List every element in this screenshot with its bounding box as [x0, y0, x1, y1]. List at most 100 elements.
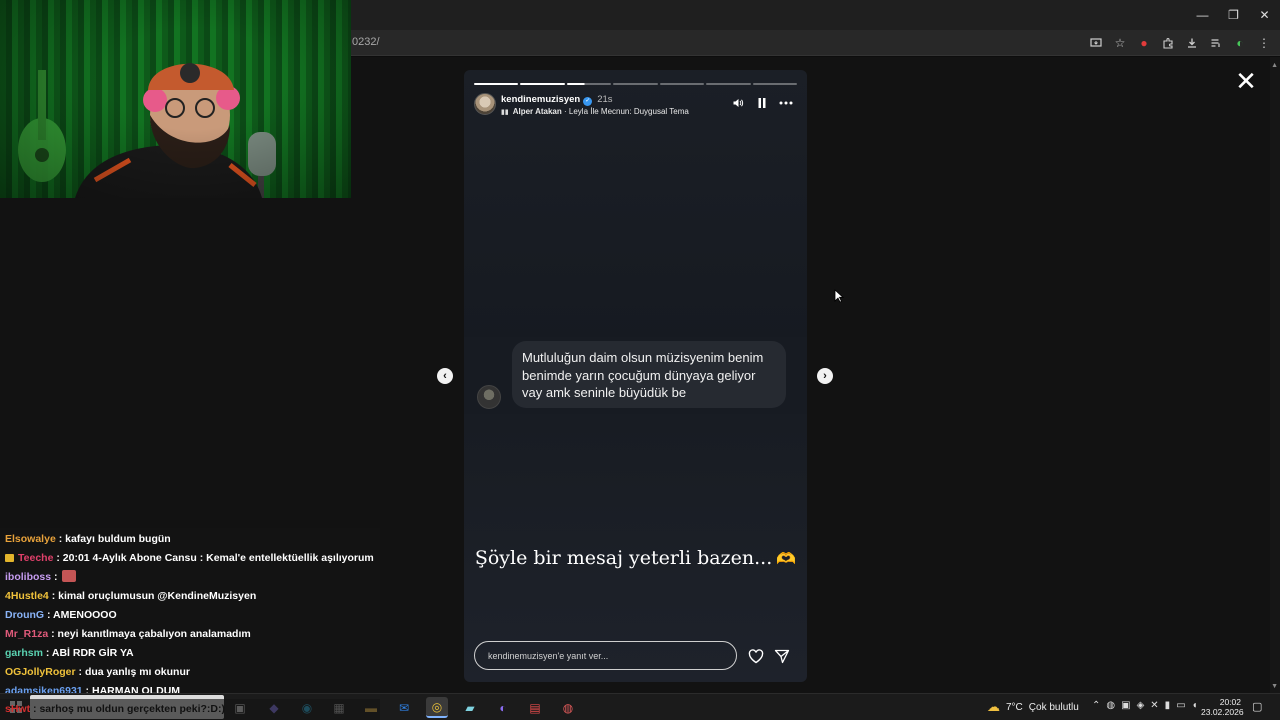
chat-username: Teeche [18, 552, 54, 564]
bookmark-star-icon[interactable]: ☆ [1110, 33, 1130, 53]
story-progress-segment [706, 83, 751, 85]
volume-icon[interactable] [731, 96, 745, 110]
chat-emote-icon [62, 570, 77, 582]
streamer-webcam [0, 0, 351, 198]
weather-temp: 7°C [1006, 701, 1023, 713]
notes-app-icon[interactable]: ▰ [459, 697, 481, 718]
subscriber-badge-icon [5, 554, 14, 562]
chrome-icon[interactable]: ◎ [426, 697, 448, 718]
address-bar-text[interactable]: 0232/ [352, 36, 380, 48]
chat-message: 4Hustle4 : kimal oruçlumusun @KendineMuz… [5, 587, 375, 606]
close-story-icon[interactable]: ✕ [1234, 68, 1258, 94]
page-scrollbar[interactable] [1270, 57, 1280, 693]
speaker-icon[interactable]: ◖ [1192, 700, 1198, 711]
cloudy-weather-icon: ☁ [987, 699, 1000, 714]
downloads-icon[interactable] [1182, 33, 1202, 53]
mic-off-icon[interactable]: ✕ [1150, 700, 1158, 711]
close-window-button[interactable]: ✕ [1249, 0, 1280, 30]
chat-username: 4Hustle4 [5, 590, 49, 602]
chat-message: iboliboss : [5, 568, 375, 587]
chat-message-text: AMENOOOO [53, 609, 117, 621]
chat-username: garhsm [5, 647, 43, 659]
chat-message-text: neyi kanıtlmaya çabalıyon analamadım [57, 628, 251, 640]
stream-chat-overlay: Elsowalye : kafayı buldum bugün Teeche : … [0, 528, 380, 700]
chat-message-text: kimal oruçlumusun @KendineMuzisyen [58, 590, 257, 602]
obs-icon[interactable]: ◍ [557, 697, 579, 718]
comment-bubble: Mutluluğun daim olsun müzisyenim benim b… [512, 341, 786, 408]
chat-separator: : [55, 533, 66, 545]
webcam-scene [18, 63, 276, 198]
chat-separator: : [44, 609, 54, 621]
chat-message: DrounG : AMENOOOO [5, 606, 375, 625]
heart-hands-emoji-icon: 🫶 [776, 549, 797, 568]
like-heart-icon[interactable] [746, 646, 766, 666]
chat-separator: : [48, 590, 59, 602]
chat-message-text: ABİ RDR GİR YA [51, 647, 134, 659]
chat-separator: : [53, 552, 63, 564]
system-tray: ⌃ ◍ ▣ ◈ ✕ ▮ ▭ ◖ [1092, 700, 1198, 711]
taskbar-clock[interactable]: 20:02 23.02.2026 [1201, 697, 1244, 717]
send-direct-icon[interactable] [772, 646, 792, 666]
toolbar-icons: ☆ ● ◐ ⋮ [1086, 33, 1274, 53]
clock-time: 20:02 [1219, 697, 1241, 707]
next-story-chevron-icon[interactable]: › [817, 368, 833, 384]
chat-separator: : [42, 647, 52, 659]
chat-message-text: dua yanlış mı okunur [84, 666, 190, 678]
story-progress-segment [659, 83, 705, 85]
pause-icon[interactable] [755, 96, 769, 110]
chat-message: OGJollyRoger : dua yanlış mı okunur [5, 663, 375, 682]
steam-icon[interactable]: ◍ [1106, 700, 1115, 711]
tray-expand-icon[interactable]: ⌃ [1092, 700, 1100, 711]
story-card[interactable]: kendinemuzisyen ✓ 21s ▮▮ Alper Atakan · Ley… [464, 70, 807, 682]
chat-message: Elsowalye : kafayı buldum bugün [5, 530, 375, 549]
discord-icon[interactable]: ◐ [492, 697, 514, 718]
chat-message-text: 20:01 4-Aylık Abone Cansu : Kemal'e ente… [62, 552, 374, 564]
chat-message: Teeche : 20:01 4-Aylık Abone Cansu : Kem… [5, 549, 375, 568]
notifications-icon[interactable]: ▢ [1252, 700, 1266, 714]
scroll-down-arrow-icon[interactable]: ▼ [1271, 683, 1278, 690]
chat-username: Mr_R1za [5, 628, 49, 640]
tray-app-icon[interactable]: ▣ [1121, 700, 1130, 711]
music-bars-icon: ▮▮ [501, 109, 509, 116]
recording-extension-icon[interactable]: ● [1134, 33, 1154, 53]
chat-message-text: kafayı buldum bugün [65, 533, 171, 545]
chat-separator: : [48, 628, 58, 640]
story-user-line: kendinemuzisyen ✓ 21s [501, 94, 613, 106]
network-icon[interactable]: ▭ [1176, 700, 1185, 711]
weather-widget[interactable]: ☁ 7°C Çok bulutlu [987, 699, 1079, 715]
music-artist: Alper Atakan [512, 107, 562, 116]
streaming-app-icon[interactable]: ▤ [524, 697, 546, 718]
chat-username: iboliboss [5, 571, 52, 583]
chat-partial-message: sHwt : sarhoş mu oldun gerçekten peki?:D… [0, 699, 380, 720]
more-options-icon[interactable] [779, 96, 793, 110]
story-time-ago: 21s [597, 94, 613, 105]
extensions-puzzle-icon[interactable] [1158, 33, 1178, 53]
outlook-icon[interactable]: ✉ [393, 697, 415, 718]
install-app-icon[interactable] [1086, 33, 1106, 53]
story-progress-bar [474, 83, 797, 85]
story-progress-segment [752, 83, 797, 85]
story-progress-segment [613, 83, 658, 85]
tray-app2-icon[interactable]: ◈ [1137, 700, 1145, 711]
chat-message: Mr_R1za : neyi kanıtlmaya çabalıyon anal… [5, 625, 375, 644]
minimize-button[interactable]: — [1187, 0, 1218, 30]
verified-badge-icon: ✓ [583, 97, 593, 106]
microphone-icon[interactable]: ▮ [1165, 700, 1171, 711]
story-user-avatar[interactable] [474, 93, 496, 115]
scroll-up-arrow-icon[interactable]: ▲ [1271, 62, 1278, 69]
browser-menu-icon[interactable]: ⋮ [1254, 33, 1274, 53]
chat-username: sHwt [5, 703, 31, 715]
story-caption: Şöyle bir mesaj yeterli bazen... 🫶 [464, 547, 807, 569]
story-username[interactable]: kendinemuzisyen [501, 94, 580, 105]
profile-extension-icon[interactable]: ◐ [1230, 33, 1250, 53]
clock-date: 23.02.2026 [1201, 707, 1244, 717]
chat-username: OGJollyRoger [5, 666, 76, 678]
restore-button[interactable]: ❐ [1218, 0, 1249, 30]
chat-message-text: sarhoş mu oldun gerçekten peki?:D:) [39, 703, 225, 715]
story-reply-input[interactable] [474, 641, 737, 670]
previous-story-chevron-icon[interactable]: ‹ [437, 368, 453, 384]
story-music-line[interactable]: ▮▮ Alper Atakan · Leyla İle Mecnun: Duygu… [501, 107, 689, 116]
shared-comment: Mutluluğun daim olsun müzisyenim benim b… [464, 337, 807, 414]
media-playlist-icon[interactable] [1206, 33, 1226, 53]
story-progress-segment [474, 83, 519, 85]
